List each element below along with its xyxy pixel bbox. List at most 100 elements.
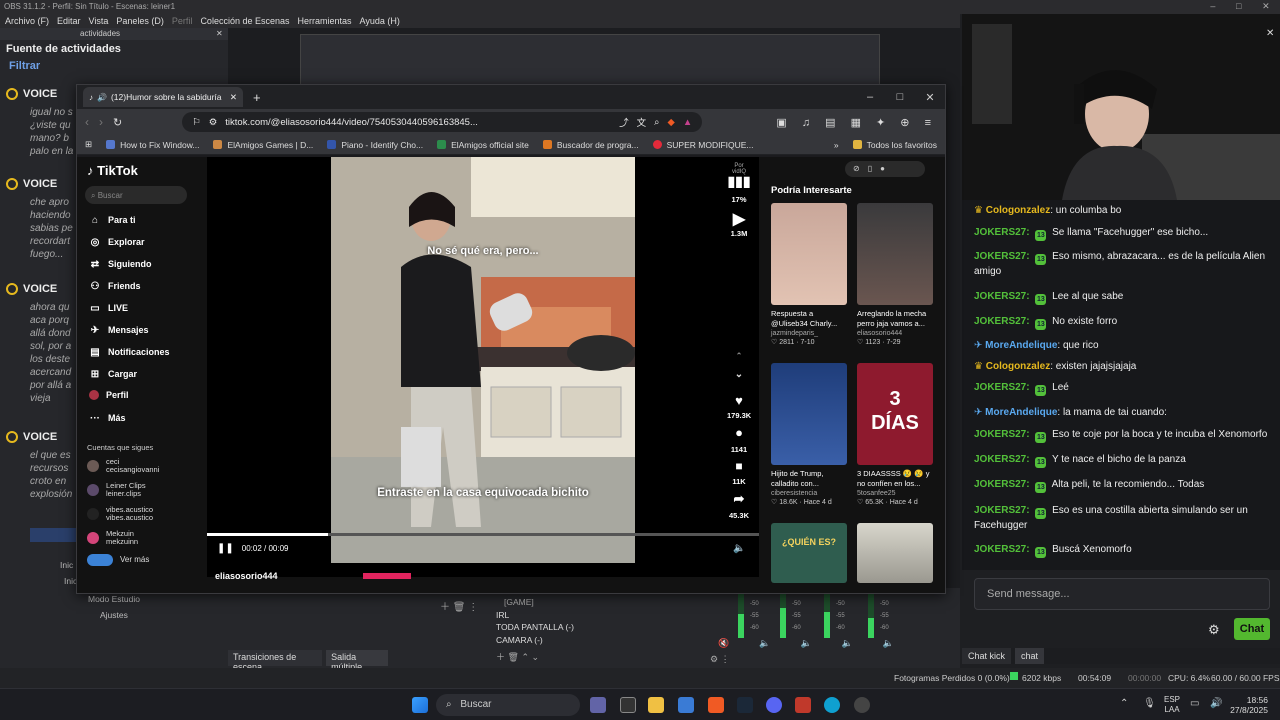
heart-icon[interactable]: ♥ — [727, 393, 751, 408]
nav-siguiendo[interactable]: ⇄ Siguiendo — [89, 258, 152, 270]
up-icon[interactable]: ⌃ — [521, 652, 529, 662]
maximize-icon[interactable]: □ — [1236, 1, 1241, 13]
suggestion-card[interactable] — [857, 523, 933, 583]
bookmark-item[interactable]: ElAmigos official site — [437, 140, 529, 150]
menu-perfil[interactable]: Perfil — [172, 16, 193, 26]
minimize-icon[interactable]: – — [855, 91, 885, 103]
close-icon[interactable]: ✕ — [1266, 28, 1274, 39]
close-icon[interactable]: ✕ — [915, 91, 945, 104]
zoom-icon[interactable]: ⌕ — [654, 117, 659, 128]
vidiq-stats-icon[interactable]: ▮▮▮ — [727, 173, 751, 190]
speaker-icon[interactable]: 🔈 — [800, 638, 811, 649]
forward-icon[interactable]: › — [99, 115, 103, 129]
browser-tab[interactable]: ♪ 🔊 (12)Humor sobre la sabiduría ✕ — [83, 87, 243, 107]
play-icon[interactable]: ▶ — [727, 209, 751, 229]
delete-icon[interactable]: 🗑 — [453, 602, 466, 613]
chat-username[interactable]: Cologonzalez — [986, 361, 1050, 372]
address-bar[interactable]: ⚐ ⚙ tiktok.com/@eliasosorio444/video/754… — [182, 112, 703, 132]
speaker-icon[interactable]: 🔊 — [97, 93, 107, 102]
windows-start-icon[interactable] — [412, 697, 428, 713]
menu-coleccion[interactable]: Colección de Escenas — [200, 16, 289, 26]
panel-toolbar[interactable]: ⊘▯● — [845, 161, 925, 177]
chat-username[interactable]: JOKERS27: — [974, 544, 1030, 555]
share-icon[interactable]: ➦ — [727, 491, 751, 507]
chat-username[interactable]: MoreAndelique — [985, 340, 1057, 351]
menu-editar[interactable]: Editar — [57, 16, 81, 26]
notion-icon[interactable] — [620, 697, 636, 713]
bookmark-icon[interactable]: ■ — [727, 459, 751, 473]
chat-username[interactable]: Cologonzalez — [986, 205, 1050, 216]
video-progress-bar[interactable] — [207, 533, 759, 536]
back-icon[interactable]: ‹ — [85, 115, 89, 129]
all-bookmarks-folder[interactable]: Todos los favoritos — [852, 140, 937, 150]
nav-live[interactable]: ▭ LIVE — [89, 302, 128, 314]
taskbar-clock[interactable]: 18:56 27/8/2025 — [1222, 695, 1268, 715]
muted-speaker-icon[interactable]: 🔇 — [718, 638, 729, 649]
bookmark-item[interactable]: ElAmigos Games | D... — [213, 140, 313, 150]
nav-perfil[interactable]: Perfil — [89, 390, 129, 400]
chat-username[interactable]: JOKERS27: — [974, 429, 1030, 440]
translate-icon[interactable]: 文 — [637, 115, 647, 129]
close-tab-icon[interactable]: ✕ — [230, 92, 237, 103]
extensions-toolbar[interactable]: ▣ ♫ ▤ ▦ ✦ ⊕ ≡ — [776, 116, 937, 129]
suggestion-card[interactable]: Respuesta a @Uliseb34 Charly... jazmindep… — [771, 203, 847, 346]
chat-message-input[interactable]: Send message... — [974, 578, 1270, 610]
nav-para-ti[interactable]: ⌂ Para ti — [89, 214, 136, 226]
nav-mensajes[interactable]: ✈ Mensajes — [89, 324, 149, 336]
bookmark-icon[interactable]: ⚐ — [192, 117, 201, 128]
source-item[interactable]: TODA PANTALLA (-) — [496, 621, 706, 634]
reload-icon[interactable]: ↻ — [113, 116, 122, 129]
studio-mode-button[interactable]: Modo Estudio — [0, 594, 228, 604]
down-icon[interactable]: ⌄ — [532, 652, 540, 662]
taskbar-search[interactable]: ⌕ Buscar — [436, 694, 580, 716]
tab-chat-kick[interactable]: Chat kick — [962, 648, 1012, 664]
suggestion-card[interactable]: 3 DÍAS 3 DIAASSSS 😢 😢 y no confíen en lo… — [857, 363, 933, 506]
chat-username[interactable]: JOKERS27: — [974, 382, 1030, 393]
maximize-icon[interactable]: □ — [885, 91, 915, 103]
chat-username[interactable]: JOKERS27: — [974, 454, 1030, 465]
menu-herramientas[interactable]: Herramientas — [298, 16, 352, 26]
more-icon[interactable]: ⋮ — [468, 602, 478, 613]
edge-icon[interactable] — [824, 697, 840, 713]
nav-explorar[interactable]: ◎ Explorar — [89, 236, 145, 248]
add-icon[interactable]: ＋ — [496, 652, 505, 662]
obs-icon[interactable] — [854, 697, 870, 713]
mixer-settings-icon[interactable]: ⚙ ⋮ — [710, 654, 730, 665]
nav-friends[interactable]: ⚇ Friends — [89, 280, 141, 292]
more-bookmarks-icon[interactable]: » — [834, 140, 839, 150]
delete-icon[interactable]: 🗑 — [508, 652, 519, 662]
app-icon[interactable] — [795, 697, 811, 713]
source-item[interactable]: IRL — [496, 609, 706, 622]
comment-icon[interactable]: ● — [727, 425, 751, 440]
chat-send-button[interactable]: Chat — [1234, 618, 1270, 640]
bookmark-item[interactable]: Buscador de progra... — [542, 140, 639, 150]
following-item[interactable]: ceci cecisangiovanni — [87, 458, 159, 474]
bookmark-item[interactable]: Piano - Identify Cho... — [327, 140, 423, 150]
tiktok-search-input[interactable]: ⌕ Buscar — [85, 186, 187, 204]
dock-tab[interactable]: actividades ✕ — [0, 28, 228, 40]
video-author[interactable]: eliasosorio444 — [215, 571, 278, 581]
add-icon[interactable]: ＋ — [440, 602, 450, 613]
chat-username[interactable]: JOKERS27: — [974, 505, 1030, 516]
volume-icon[interactable]: 🔈 — [733, 543, 745, 554]
speaker-icon[interactable]: 🔈 — [842, 638, 853, 649]
video-frame[interactable]: No sé qué era, pero... Entraste en la ca… — [331, 157, 635, 563]
speaker-icon[interactable]: 🔈 — [883, 638, 894, 649]
see-more-link[interactable]: Ver más — [87, 554, 149, 566]
nav-notificaciones[interactable]: ▤ Notificaciones — [89, 346, 169, 358]
source-item[interactable]: [GAME] — [496, 596, 706, 609]
close-icon[interactable]: ✕ — [1262, 1, 1270, 13]
close-icon[interactable]: ✕ — [216, 29, 223, 38]
minimize-icon[interactable]: – — [1210, 1, 1215, 13]
chat-username[interactable]: JOKERS27: — [974, 227, 1030, 238]
filter-link[interactable]: Filtrar — [0, 58, 228, 74]
nav-cargar[interactable]: ⊞ Cargar — [89, 368, 137, 380]
teams-icon[interactable] — [590, 697, 606, 713]
brave-icon[interactable] — [708, 697, 724, 713]
following-item[interactable]: vibes.acustico vibes.acustico — [87, 506, 153, 522]
store-icon[interactable] — [678, 697, 694, 713]
chevron-down-icon[interactable]: ⌄ — [727, 369, 751, 380]
menu-archivo[interactable]: Archivo (F) — [5, 16, 49, 26]
bookmark-item[interactable]: SUPER MODIFIQUE... — [652, 140, 754, 150]
tab-multi-output[interactable]: Salida múltiple — [326, 650, 388, 672]
